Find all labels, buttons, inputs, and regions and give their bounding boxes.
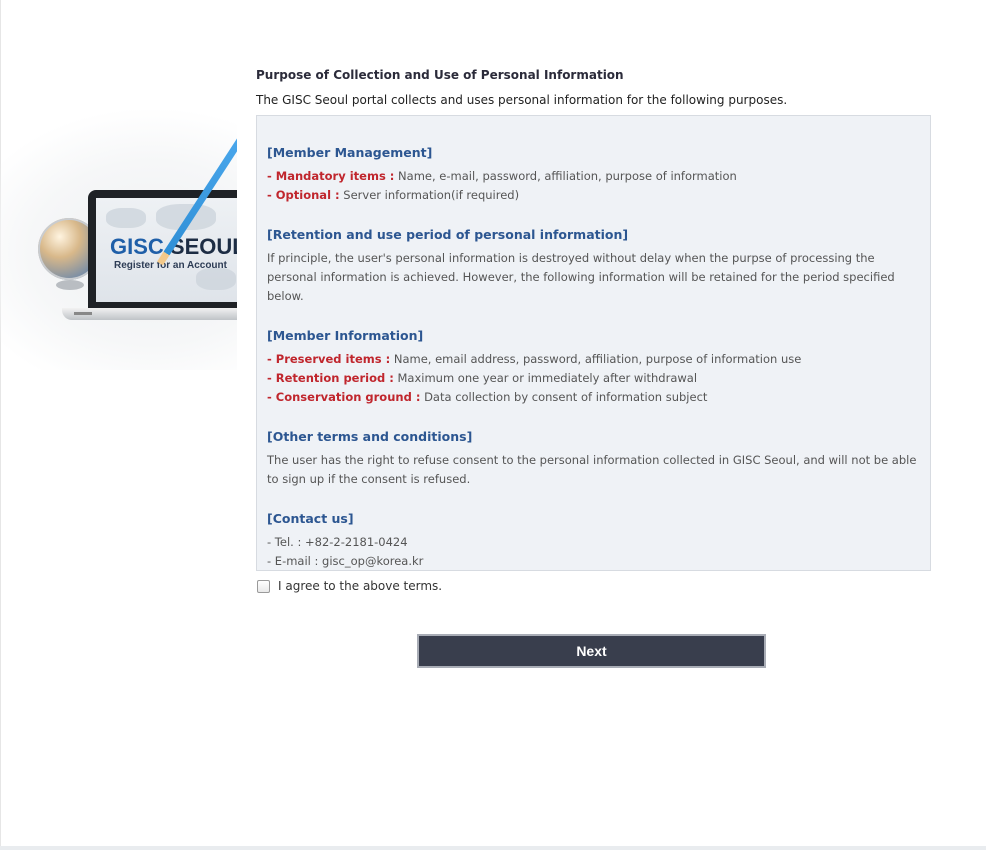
- item-label: - Mandatory items :: [267, 169, 395, 183]
- section-contact: [Contact us] - Tel. : +82-2-2181-0424 - …: [267, 510, 920, 571]
- item-label: - Optional :: [267, 188, 340, 202]
- agree-row[interactable]: I agree to the above terms.: [256, 578, 933, 594]
- section-member-information: [Member Information] - Preserved items :…: [267, 327, 920, 407]
- section-text: The user has the right to refuse consent…: [267, 453, 917, 486]
- section-member-management: [Member Management] - Mandatory items : …: [267, 144, 920, 205]
- contact-tel: - Tel. : +82-2-2181-0424: [267, 535, 408, 549]
- section-title: [Other terms and conditions]: [267, 429, 473, 444]
- list-item: - Retention period : Maximum one year or…: [267, 369, 920, 388]
- item-label: - Retention period :: [267, 371, 394, 385]
- item-value: Server information(if required): [339, 188, 520, 202]
- contact-email: - E-mail : gisc_op@korea.kr: [267, 554, 424, 568]
- section-text: If principle, the user's personal inform…: [267, 251, 895, 303]
- logo-gisc-text: GISC: [110, 234, 164, 259]
- world-map-shape: [196, 268, 236, 290]
- item-value: Name, e-mail, password, affiliation, pur…: [394, 169, 737, 183]
- item-label: - Conservation ground :: [267, 390, 421, 404]
- laptop-vent: [74, 312, 92, 315]
- section-title: [Contact us]: [267, 511, 354, 526]
- logo-subtitle: Register for an Account: [114, 260, 227, 271]
- list-item: - Conservation ground : Data collection …: [267, 388, 920, 407]
- list-item: - Mandatory items : Name, e-mail, passwo…: [267, 167, 920, 186]
- next-button[interactable]: Next: [417, 634, 766, 668]
- world-map-shape: [106, 208, 146, 228]
- item-value: Name, email address, password, affiliati…: [390, 352, 802, 366]
- list-item: - Optional : Server information(if requi…: [267, 186, 920, 205]
- page-subtitle: The GISC Seoul portal collects and uses …: [256, 93, 788, 107]
- hero-illustration: GISC SEOUL Register for an Account: [0, 100, 260, 370]
- section-other-terms: [Other terms and conditions] The user ha…: [267, 428, 920, 489]
- page-title: Purpose of Collection and Use of Persona…: [256, 68, 624, 82]
- agree-label[interactable]: I agree to the above terms.: [278, 579, 442, 593]
- list-item: - Preserved items : Name, email address,…: [267, 350, 920, 369]
- globe-stand: [56, 280, 84, 290]
- terms-box[interactable]: [Member Management] - Mandatory items : …: [256, 115, 931, 571]
- agree-checkbox[interactable]: [257, 579, 270, 593]
- item-value: Maximum one year or immediately after wi…: [393, 371, 698, 385]
- terms-content: Purpose of Collection and Use of Persona…: [256, 66, 933, 594]
- laptop-display: GISC SEOUL Register for an Account: [96, 198, 250, 302]
- item-value: Data collection by consent of informatio…: [420, 390, 708, 404]
- section-title: [Member Information]: [267, 328, 424, 343]
- section-retention: [Retention and use period of personal in…: [267, 226, 920, 306]
- item-label: - Preserved items :: [267, 352, 391, 366]
- section-title: [Member Management]: [267, 145, 433, 160]
- page-bottom-border: [0, 846, 986, 850]
- section-title: [Retention and use period of personal in…: [267, 227, 629, 242]
